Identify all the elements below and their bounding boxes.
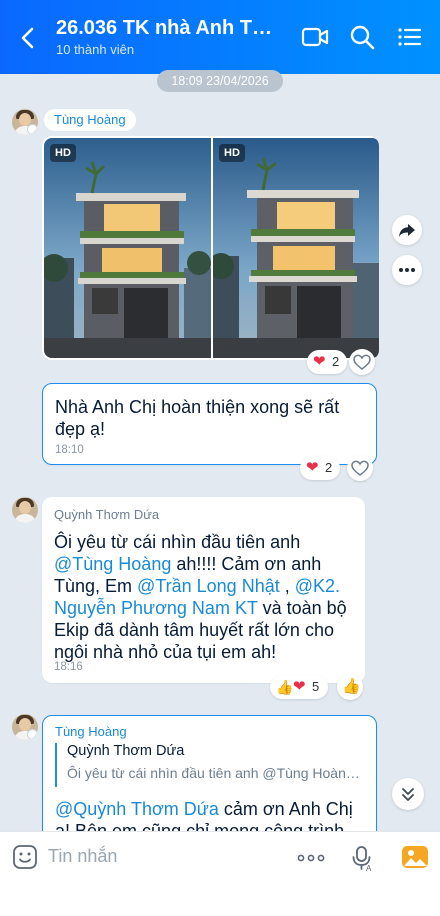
heart-outline-icon <box>351 460 369 476</box>
quote-text: Ôi yêu từ cái nhìn đầu tiên anh @Tùng Ho… <box>67 765 361 781</box>
scroll-to-bottom-button[interactable] <box>392 778 424 810</box>
sender-name: Tùng Hoàng <box>55 724 127 739</box>
house-photo[interactable]: HD <box>213 138 379 358</box>
date-time-separator: 18:09 23/04/2026 <box>157 70 283 92</box>
react-button[interactable] <box>347 455 373 481</box>
reaction-summary[interactable]: ❤ 2 <box>307 350 347 374</box>
message-time: 18:10 <box>55 444 84 456</box>
hd-badge: HD <box>219 144 245 162</box>
reaction-count: 5 <box>312 679 320 694</box>
mention-link[interactable]: @Quỳnh Thơm Dứa <box>55 799 219 819</box>
reaction-summary[interactable]: 👍 ❤ 5 <box>270 675 328 699</box>
avatar[interactable] <box>12 497 38 523</box>
heart-reaction-icon: ❤ <box>293 678 306 695</box>
back-arrow-icon[interactable] <box>14 24 42 52</box>
message-bubble[interactable]: Nhà Anh Chị hoàn thiện xong sẽ rất đẹp ạ… <box>42 383 377 465</box>
thumbs-up-icon: 👍 <box>342 678 361 695</box>
quoted-message[interactable]: Quỳnh Thơm Dứa Ôi yêu từ cái nhìn đầu ti… <box>55 743 361 787</box>
message-bubble[interactable]: Tùng Hoàng Quỳnh Thơm Dứa Ôi yêu từ cái … <box>42 715 377 863</box>
chat-header: 26.036 TK nhà Anh Thanh 10 thành viên <box>0 0 440 74</box>
sticker-icon[interactable] <box>12 844 38 870</box>
mention-link[interactable]: @Trần Long Nhật <box>137 576 280 596</box>
message-text: Nhà Anh Chị hoàn thiện xong sẽ rất đẹp ạ… <box>55 397 340 439</box>
message-text: Ôi yêu từ cái nhìn đầu tiên anh @Tùng Ho… <box>54 532 347 662</box>
message-time: 18:16 <box>54 661 83 673</box>
chat-title[interactable]: 26.036 TK nhà Anh Thanh <box>56 17 278 40</box>
sender-name: Tùng Hoàng <box>44 109 136 131</box>
hd-badge: HD <box>50 144 76 162</box>
search-icon[interactable] <box>347 22 377 52</box>
double-chevron-down-icon <box>402 788 414 801</box>
house-photo[interactable]: HD <box>44 138 211 358</box>
sender-name: Quỳnh Thơm Dứa <box>54 507 160 522</box>
message-input[interactable]: Tin nhắn <box>48 846 117 867</box>
reaction-count: 2 <box>332 354 340 369</box>
reaction-count: 2 <box>325 460 333 475</box>
svg-text:A: A <box>366 864 372 872</box>
heart-reaction-icon: ❤ <box>306 459 319 476</box>
forward-button[interactable] <box>392 215 422 245</box>
avatar[interactable] <box>12 109 38 135</box>
react-button[interactable]: 👍 <box>337 674 363 700</box>
reaction-summary[interactable]: ❤ 2 <box>300 456 340 480</box>
share-arrow-icon <box>399 224 415 237</box>
menu-list-icon[interactable] <box>394 22 424 52</box>
video-call-icon[interactable] <box>300 22 330 52</box>
heart-outline-icon <box>353 354 371 370</box>
more-dots-icon <box>399 268 415 272</box>
heart-reaction-icon: ❤ <box>313 353 326 370</box>
react-button[interactable] <box>349 349 375 375</box>
avatar[interactable] <box>12 714 38 740</box>
member-count[interactable]: 10 thành viên <box>56 42 134 57</box>
more-options-button[interactable] <box>392 255 422 285</box>
mention-link[interactable]: @Tùng Hoàng <box>54 554 171 574</box>
image-gallery-icon[interactable] <box>401 843 429 871</box>
thumbs-up-reaction-icon: 👍 <box>276 679 294 695</box>
more-horizontal-icon[interactable] <box>296 848 326 868</box>
microphone-icon[interactable]: A <box>349 844 375 872</box>
photo-album: HD HD <box>42 136 379 360</box>
quote-author: Quỳnh Thơm Dứa <box>67 743 185 759</box>
composer-bar: Tin nhắn A <box>0 831 440 916</box>
message-bubble[interactable]: Quỳnh Thơm Dứa Ôi yêu từ cái nhìn đầu ti… <box>42 497 365 683</box>
